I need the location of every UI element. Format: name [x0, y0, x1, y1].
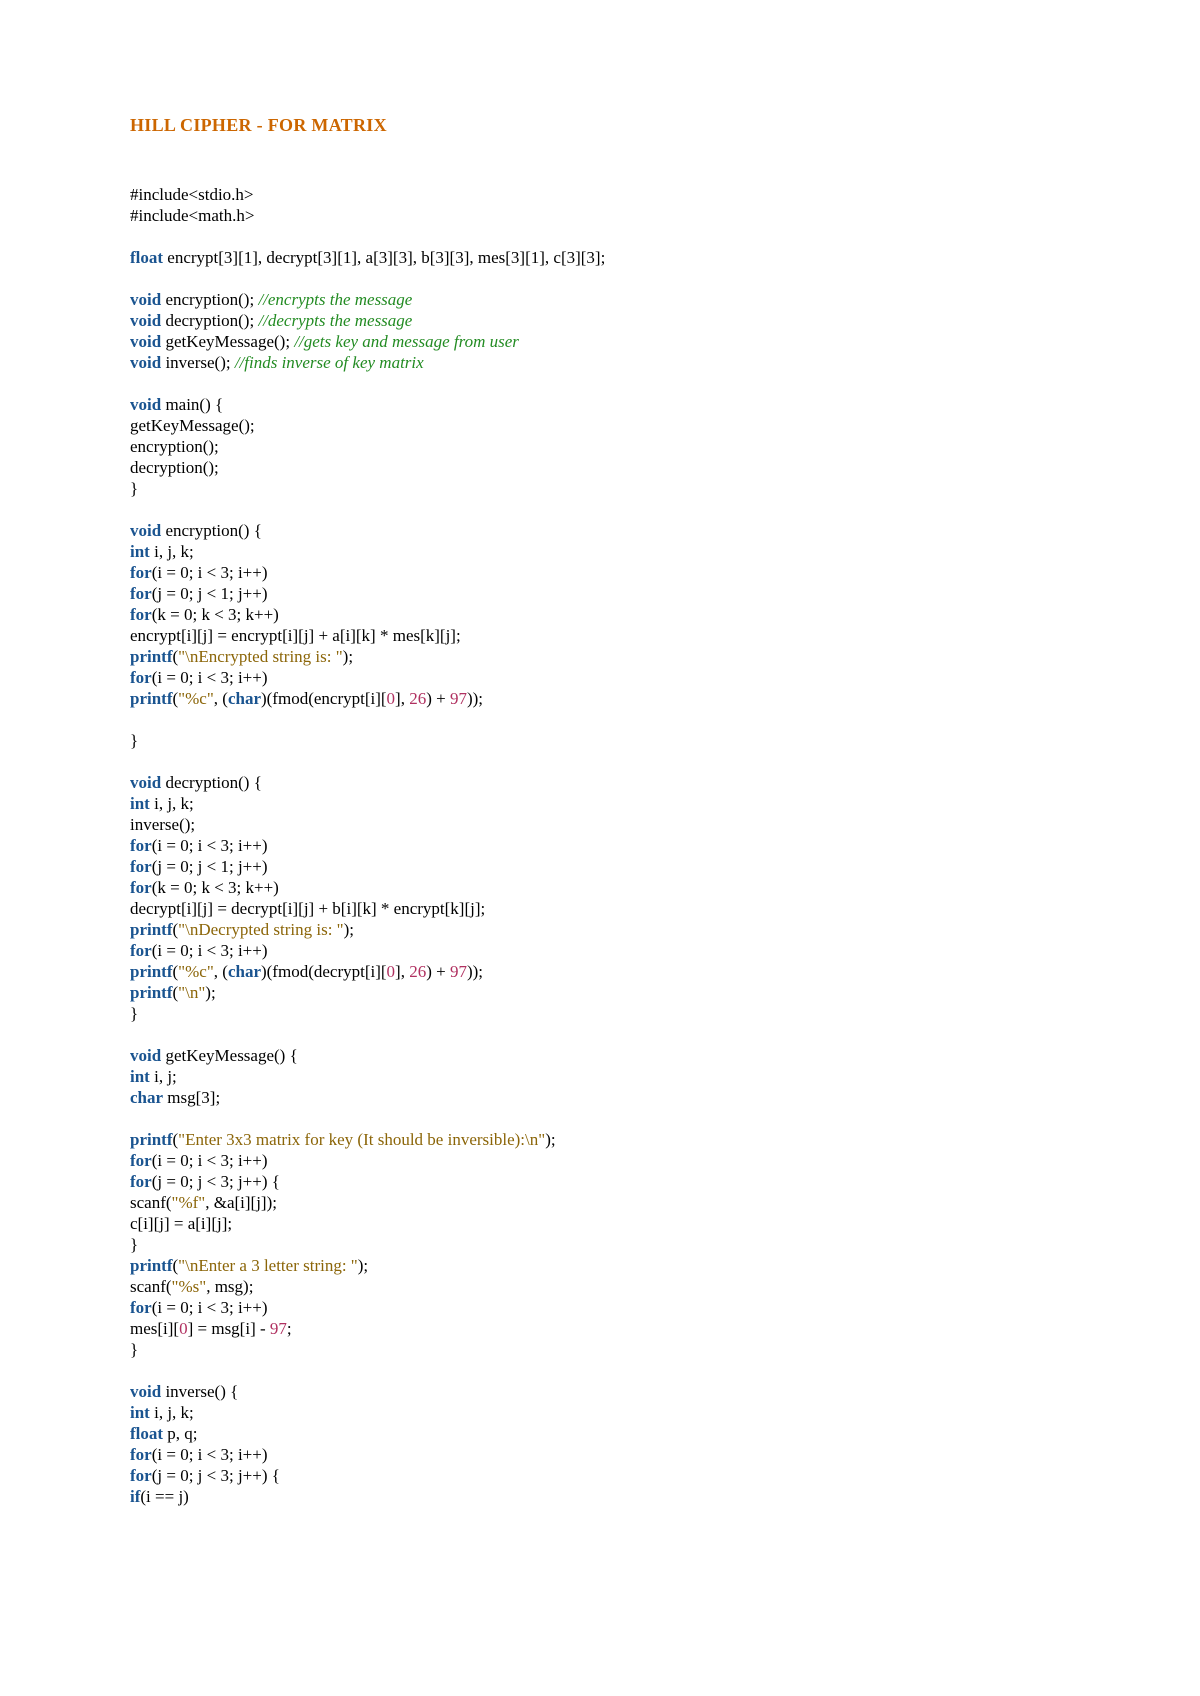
code-line: void encryption() { [130, 520, 1070, 541]
code-line: decryption(); [130, 457, 1070, 478]
code-line [130, 499, 1070, 520]
code-line: } [130, 1003, 1070, 1024]
document-page: HILL CIPHER - FOR MATRIX #include<stdio.… [0, 0, 1200, 1696]
code-line: encryption(); [130, 436, 1070, 457]
code-line: if(i == j) [130, 1486, 1070, 1507]
code-line [130, 268, 1070, 289]
code-line [130, 709, 1070, 730]
code-line: decrypt[i][j] = decrypt[i][j] + b[i][k] … [130, 898, 1070, 919]
code-line: int i, j, k; [130, 541, 1070, 562]
code-line: void main() { [130, 394, 1070, 415]
code-line: void decryption(); //decrypts the messag… [130, 310, 1070, 331]
code-line: void inverse() { [130, 1381, 1070, 1402]
code-line: printf("\n"); [130, 982, 1070, 1003]
code-line: for(k = 0; k < 3; k++) [130, 604, 1070, 625]
document-title: HILL CIPHER - FOR MATRIX [130, 115, 1070, 136]
code-line: } [130, 1339, 1070, 1360]
code-line: void encryption(); //encrypts the messag… [130, 289, 1070, 310]
code-line [130, 751, 1070, 772]
code-line [130, 1024, 1070, 1045]
code-line: printf("\nEnter a 3 letter string: "); [130, 1255, 1070, 1276]
code-line: printf("\nEncrypted string is: "); [130, 646, 1070, 667]
code-line: } [130, 730, 1070, 751]
code-line: encrypt[i][j] = encrypt[i][j] + a[i][k] … [130, 625, 1070, 646]
code-line: printf("Enter 3x3 matrix for key (It sho… [130, 1129, 1070, 1150]
code-line: char msg[3]; [130, 1087, 1070, 1108]
code-line: int i, j, k; [130, 793, 1070, 814]
code-line: void decryption() { [130, 772, 1070, 793]
code-line: float p, q; [130, 1423, 1070, 1444]
code-line [130, 1108, 1070, 1129]
code-line: float encrypt[3][1], decrypt[3][1], a[3]… [130, 247, 1070, 268]
code-line: for(j = 0; j < 3; j++) { [130, 1465, 1070, 1486]
code-line: printf("\nDecrypted string is: "); [130, 919, 1070, 940]
code-line: printf("%c", (char)(fmod(encrypt[i][0], … [130, 688, 1070, 709]
code-line: void getKeyMessage() { [130, 1045, 1070, 1066]
code-line: int i, j, k; [130, 1402, 1070, 1423]
code-line [130, 1360, 1070, 1381]
code-block: #include<stdio.h>#include<math.h> float … [130, 184, 1070, 1507]
code-line: void inverse(); //finds inverse of key m… [130, 352, 1070, 373]
code-line: #include<stdio.h> [130, 184, 1070, 205]
code-line [130, 373, 1070, 394]
code-line: } [130, 478, 1070, 499]
code-line: } [130, 1234, 1070, 1255]
code-line: for(j = 0; j < 1; j++) [130, 856, 1070, 877]
code-line: for(j = 0; j < 3; j++) { [130, 1171, 1070, 1192]
code-line: void getKeyMessage(); //gets key and mes… [130, 331, 1070, 352]
code-line: scanf("%s", msg); [130, 1276, 1070, 1297]
code-line: for(i = 0; i < 3; i++) [130, 835, 1070, 856]
code-line: #include<math.h> [130, 205, 1070, 226]
code-line: for(i = 0; i < 3; i++) [130, 1444, 1070, 1465]
code-line: for(k = 0; k < 3; k++) [130, 877, 1070, 898]
code-line: printf("%c", (char)(fmod(decrypt[i][0], … [130, 961, 1070, 982]
code-line: getKeyMessage(); [130, 415, 1070, 436]
code-line: for(i = 0; i < 3; i++) [130, 1297, 1070, 1318]
code-line: for(i = 0; i < 3; i++) [130, 667, 1070, 688]
code-line [130, 226, 1070, 247]
code-line: int i, j; [130, 1066, 1070, 1087]
code-line: for(i = 0; i < 3; i++) [130, 1150, 1070, 1171]
code-line: for(i = 0; i < 3; i++) [130, 562, 1070, 583]
code-line: inverse(); [130, 814, 1070, 835]
code-line: c[i][j] = a[i][j]; [130, 1213, 1070, 1234]
code-line: for(j = 0; j < 1; j++) [130, 583, 1070, 604]
code-line: scanf("%f", &a[i][j]); [130, 1192, 1070, 1213]
code-line: for(i = 0; i < 3; i++) [130, 940, 1070, 961]
code-line: mes[i][0] = msg[i] - 97; [130, 1318, 1070, 1339]
